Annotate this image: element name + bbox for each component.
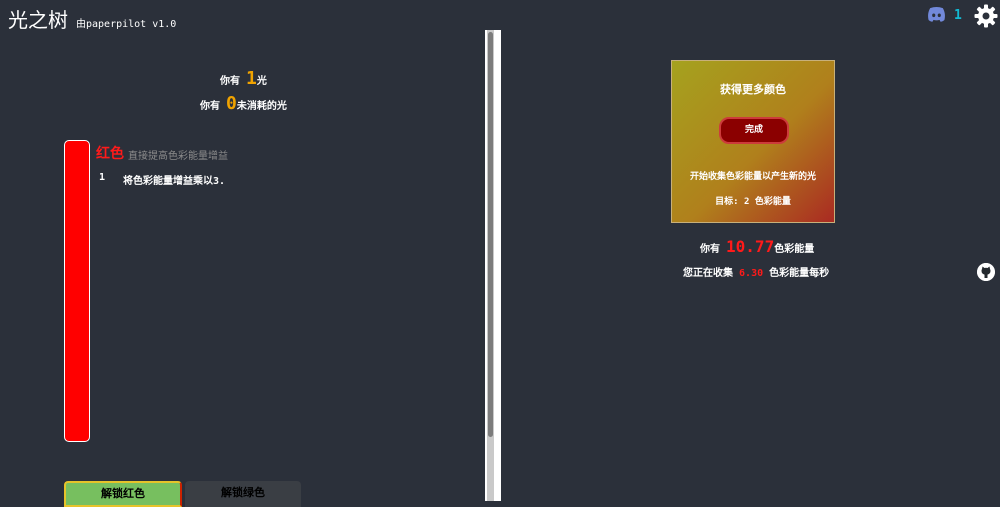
rate-prefix: 您正在收集: [683, 268, 733, 279]
gear-icon[interactable]: [974, 4, 998, 28]
upgrade-title: 红色: [96, 146, 124, 162]
upgrade-level: 1: [99, 172, 106, 183]
light-value: 1: [246, 68, 257, 89]
unspent-suffix: 未消耗的光: [236, 101, 287, 112]
energy-prefix: 你有: [700, 244, 720, 255]
discord-icon[interactable]: [927, 6, 946, 23]
energy-suffix: 色彩能量: [774, 244, 815, 255]
challenge-goal: 目标: 2 色彩能量: [715, 197, 791, 207]
version-subtitle: 由paperpilot v1.0: [76, 19, 177, 30]
unlock-green-tab[interactable]: 解锁绿色: [185, 481, 301, 507]
unspent-light-stat: 你有 0未消耗的光: [200, 93, 287, 114]
discord-count: 1: [954, 8, 962, 23]
challenge-title: 获得更多颜色: [720, 83, 786, 96]
complete-button[interactable]: 完成: [719, 117, 789, 144]
challenge-card: 获得更多颜色 完成 开始收集色彩能量以产生新的光 目标: 2 色彩能量: [671, 60, 835, 223]
upgrade-effect: 将色彩能量增益乘以3.: [123, 176, 226, 187]
rate-value: 6.30: [739, 268, 764, 279]
light-suffix: 光: [256, 76, 267, 87]
unspent-prefix: 你有: [200, 101, 220, 112]
energy-value: 10.77: [726, 237, 775, 256]
energy-rate-stat: 您正在收集 6.30 色彩能量每秒: [683, 264, 829, 279]
unspent-value: 0: [226, 93, 237, 114]
light-prefix: 你有: [220, 76, 240, 87]
challenge-description: 开始收集色彩能量以产生新的光: [689, 172, 816, 182]
scrollbar-thumb[interactable]: [488, 32, 493, 437]
game-title: 光之树: [8, 8, 68, 32]
red-color-bar[interactable]: [64, 140, 90, 442]
energy-stat: 你有 10.77色彩能量: [700, 237, 814, 256]
upgrade-description: 直接提高色彩能量增益: [128, 151, 228, 162]
unlock-red-tab[interactable]: 解锁红色: [64, 481, 182, 507]
github-icon[interactable]: [977, 263, 995, 281]
top-bar: 光之树 由paperpilot v1.0 1: [0, 0, 1000, 32]
rate-suffix: 色彩能量每秒: [769, 268, 830, 279]
light-stat: 你有 1光: [220, 68, 267, 89]
